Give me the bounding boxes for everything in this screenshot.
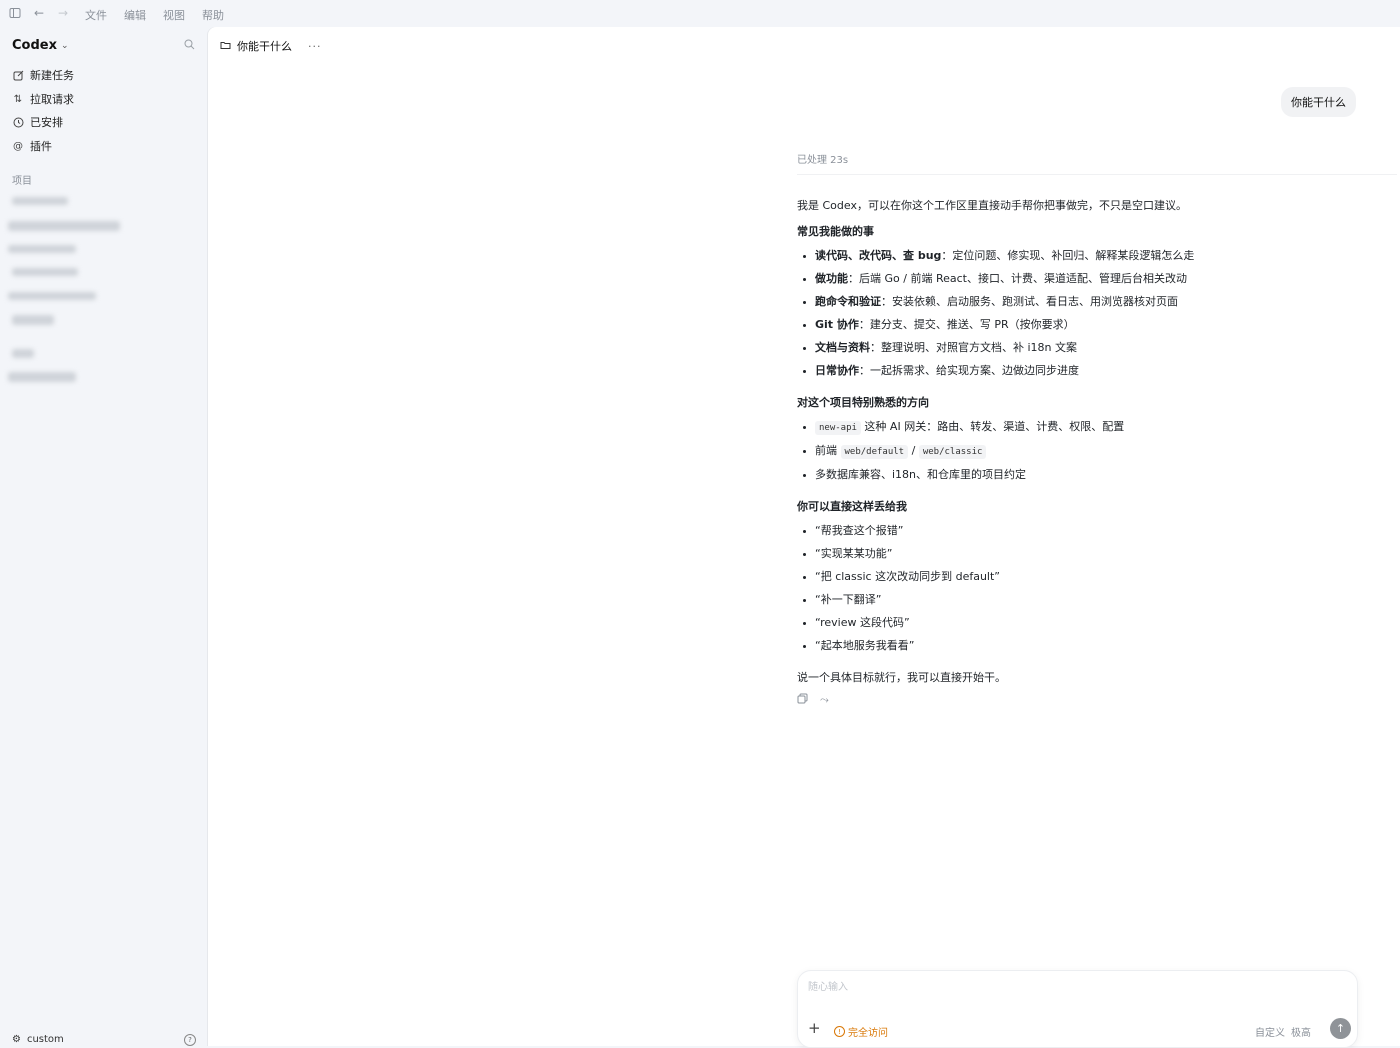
chevron-down-icon: ⌄ <box>60 40 69 51</box>
copy-icon[interactable] <box>797 693 808 707</box>
menu-view[interactable]: 视图 <box>163 7 185 23</box>
at-plugin-icon: @ <box>13 140 23 152</box>
settings-button[interactable]: ⚙ custom <box>12 1034 64 1045</box>
list-item: “把 classic 这次改动同步到 default” <box>815 570 1397 584</box>
menu-edit[interactable]: 编辑 <box>124 7 146 23</box>
thread-title: 你能干什么 <box>237 40 292 53</box>
sidebar-item-label: 新建任务 <box>30 69 74 82</box>
project-item-redacted[interactable] <box>8 221 120 231</box>
processed-status[interactable]: 已处理 23s <box>797 151 1397 175</box>
familiar-areas-list: new-api 这种 AI 网关：路由、转发、渠道、计费、权限、配置 前端 we… <box>797 420 1397 482</box>
main-panel: 你能干什么 ··· 你能干什么 已处理 23s 我是 Codex，可以在你这个工… <box>208 27 1400 1048</box>
message-input[interactable] <box>806 981 1330 994</box>
sidebar-item-plugins[interactable]: @ 插件 <box>12 138 52 154</box>
example-prompts-list: “帮我查这个报错” “实现某某功能” “把 classic 这次改动同步到 de… <box>797 524 1397 653</box>
clock-icon <box>12 116 24 128</box>
list-item: “实现某某功能” <box>815 547 1397 561</box>
menu-help[interactable]: 帮助 <box>202 7 224 23</box>
user-message-bubble: 你能干什么 <box>1281 87 1356 117</box>
list-item: 多数据库兼容、i18n、和仓库里的项目约定 <box>815 468 1397 482</box>
profile-label: custom <box>26 1034 64 1045</box>
workspace-switcher[interactable]: Codex ⌄ <box>12 38 69 53</box>
sidebar: Codex ⌄ 新建任务 ⇅ 拉取请求 已安排 @ 插件 项目 ⚙ custom… <box>0 27 208 1046</box>
project-item-redacted[interactable] <box>12 268 78 276</box>
message-actions: ⤳ <box>797 693 1397 707</box>
speed-button[interactable]: 极高 <box>1291 1024 1311 1039</box>
section-heading: 你可以直接这样丢给我 <box>797 500 907 513</box>
project-item-redacted[interactable] <box>8 372 76 382</box>
project-item-redacted[interactable] <box>12 197 68 205</box>
project-item-redacted[interactable] <box>12 349 34 358</box>
list-item: new-api 这种 AI 网关：路由、转发、渠道、计费、权限、配置 <box>815 420 1397 435</box>
sidebar-toggle-icon[interactable] <box>7 5 23 21</box>
section-heading: 常见我能做的事 <box>797 225 874 238</box>
edit-icon <box>12 69 24 81</box>
send-button[interactable]: ↑ <box>1330 1018 1351 1039</box>
assistant-message: 已处理 23s 我是 Codex，可以在你这个工作区里直接动手帮你把事做完，不只… <box>797 151 1397 707</box>
intro-text: 我是 Codex，可以在你这个工作区里直接动手帮你把事做完，不只是空口建议。 <box>797 199 1187 212</box>
list-item: “起本地服务我看看” <box>815 639 1397 653</box>
projects-section-label: 项目 <box>12 176 32 187</box>
sidebar-item-new-task[interactable]: 新建任务 <box>12 67 74 83</box>
list-item: 日常协作：一起拆需求、给实现方案、边做边同步进度 <box>815 364 1397 378</box>
back-arrow-icon[interactable]: ← <box>31 5 47 21</box>
project-item-redacted[interactable] <box>12 315 54 325</box>
project-item-redacted[interactable] <box>8 292 96 300</box>
gear-icon: ⚙ <box>12 1034 21 1045</box>
folder-icon <box>220 40 231 53</box>
sidebar-item-pull-requests[interactable]: ⇅ 拉取请求 <box>12 91 74 107</box>
help-icon[interactable]: ? <box>184 1034 196 1046</box>
access-mode-button[interactable]: ! 完全访问 <box>834 1024 888 1039</box>
sidebar-item-label: 拉取请求 <box>30 93 74 106</box>
list-item: 文档与资料：整理说明、对照官方文档、补 i18n 文案 <box>815 341 1397 355</box>
composer: + ! 完全访问 自定义 极高 ↑ <box>797 970 1358 1048</box>
section-heading: 对这个项目特别熟悉的方向 <box>797 396 929 409</box>
list-item: 跑命令和验证：安装依赖、启动服务、跑测试、看日志、用浏览器核对页面 <box>815 295 1397 309</box>
capabilities-list: 读代码、改代码、查 bug：定位问题、修实现、补回归、解释某段逻辑怎么走 做功能… <box>797 249 1397 378</box>
arrow-up-icon: ↑ <box>1335 1022 1346 1035</box>
sidebar-item-scheduled[interactable]: 已安排 <box>12 114 63 130</box>
plus-icon[interactable]: + <box>808 1019 821 1037</box>
model-config: 自定义 极高 <box>1255 1024 1311 1039</box>
more-options-icon[interactable]: ··· <box>308 40 322 53</box>
access-label: 完全访问 <box>848 1028 888 1039</box>
list-item: 前端 web/default / web/classic <box>815 444 1397 459</box>
list-item: “补一下翻译” <box>815 593 1397 607</box>
brand-name: Codex <box>12 38 57 53</box>
menu-bar: ← → 文件 编辑 视图 帮助 <box>0 0 1400 27</box>
warning-icon: ! <box>834 1026 845 1037</box>
forward-arrow-icon[interactable]: → <box>55 5 71 21</box>
branch-icon[interactable]: ⤳ <box>820 693 829 707</box>
list-item: Git 协作：建分支、提交、推送、写 PR（按你要求） <box>815 318 1397 332</box>
search-icon[interactable] <box>184 39 195 53</box>
sidebar-item-label: 已安排 <box>30 116 63 129</box>
thread-header: 你能干什么 ··· <box>220 38 322 54</box>
list-item: “帮我查这个报错” <box>815 524 1397 538</box>
list-item: 做功能：后端 Go / 前端 React、接口、计费、渠道适配、管理后台相关改动 <box>815 272 1397 286</box>
sidebar-item-label: 插件 <box>30 140 52 153</box>
pull-request-icon: ⇅ <box>13 93 23 105</box>
list-item: 读代码、改代码、查 bug：定位问题、修实现、补回归、解释某段逻辑怎么走 <box>815 249 1397 263</box>
menu-file[interactable]: 文件 <box>85 7 107 23</box>
project-item-redacted[interactable] <box>8 245 76 253</box>
closing-text: 说一个具体目标就行，我可以直接开始干。 <box>797 671 1006 684</box>
config-button[interactable]: 自定义 <box>1255 1024 1285 1039</box>
list-item: “review 这段代码” <box>815 616 1397 630</box>
